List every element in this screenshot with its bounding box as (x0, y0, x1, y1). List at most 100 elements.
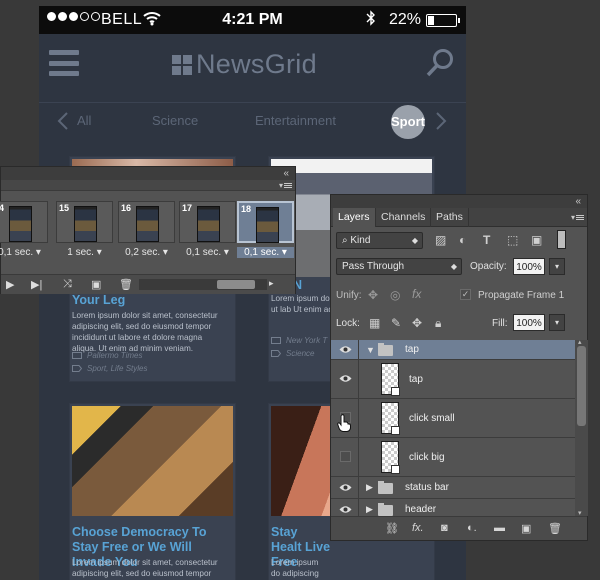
eye-icon (339, 375, 352, 382)
timeline-controls: ▶ ▶| ⤨ ▣ 🗑 ◂ ▸ (1, 274, 295, 294)
lock-transparent-icon[interactable]: ▦ (369, 316, 380, 330)
visibility-toggle[interactable] (331, 438, 359, 476)
filter-adjustment-icon[interactable]: ◐ (459, 233, 466, 247)
layer-row[interactable]: click small (331, 399, 575, 438)
animation-frame[interactable]: 18 (237, 201, 294, 243)
animation-frame[interactable]: 15 (56, 201, 113, 243)
chevron-left-icon[interactable] (57, 111, 69, 131)
fill-dropdown[interactable]: ▾ (549, 314, 565, 331)
frame-delay-select[interactable]: 0,2 sec. ▾ (118, 247, 175, 258)
disclosure-open-icon[interactable]: ▼ (366, 345, 375, 355)
layer-group-row[interactable]: ▶ status bar (331, 477, 575, 499)
layer-list-scrollbar[interactable]: ▴ ▾ (575, 338, 588, 517)
animation-frame[interactable]: 16 (118, 201, 175, 243)
chevron-right-icon[interactable] (435, 111, 447, 131)
hamburger-menu-icon[interactable] (49, 50, 79, 76)
scrollbar-thumb[interactable] (217, 280, 255, 289)
layer-name[interactable]: click small (409, 413, 455, 424)
propagate-checkbox[interactable]: ✓ (460, 289, 471, 300)
tween-icon[interactable]: ⤨ (63, 278, 72, 291)
news-card[interactable]: Choose Democracy To Stay Free or We Will… (69, 403, 236, 580)
lock-image-icon[interactable]: ✎ (391, 316, 401, 330)
dropdown-arrow-icon: ▾ (33, 247, 41, 258)
panel-menu-icon[interactable]: ▾ (571, 213, 584, 222)
filter-type-icon[interactable]: T (483, 233, 490, 247)
blend-mode-select[interactable]: Pass Through ◆ (336, 258, 462, 275)
grid-logo-icon (172, 54, 192, 75)
visibility-toggle[interactable] (331, 499, 359, 516)
tag-icon (271, 350, 281, 357)
timeline-scrollbar[interactable] (139, 279, 267, 290)
tab-channels[interactable]: Channels (376, 208, 432, 227)
frame-delay-select[interactable]: 1 sec. ▾ (56, 247, 113, 258)
visibility-toggle[interactable] (331, 340, 359, 359)
tab-sport[interactable]: Sport (391, 105, 425, 139)
panel-titlebar[interactable]: « (1, 167, 295, 180)
tab-all[interactable]: All (77, 113, 91, 128)
delete-frame-icon[interactable]: 🗑 (119, 278, 133, 291)
opacity-dropdown[interactable]: ▾ (549, 258, 565, 275)
tag-icon (72, 365, 82, 372)
duplicate-frame-icon[interactable]: ▣ (91, 278, 101, 291)
tab-layers[interactable]: Layers (333, 208, 376, 227)
lock-position-icon[interactable]: ✥ (412, 316, 422, 330)
tab-entertainment[interactable]: Entertainment (255, 113, 336, 128)
layer-group-row[interactable]: ▶ header (331, 499, 575, 516)
layer-name[interactable]: tap (409, 374, 423, 385)
layer-name[interactable]: click big (409, 452, 445, 463)
panel-menu-icon[interactable]: ▾ (279, 181, 292, 190)
layer-style-icon[interactable]: fx. (412, 522, 424, 534)
layer-name[interactable]: header (405, 504, 436, 515)
next-frame-icon[interactable]: ▶| (31, 278, 42, 291)
unify-visibility-icon[interactable]: ◎ (390, 288, 400, 302)
visibility-toggle[interactable] (331, 360, 359, 398)
frame-delay-label: 0,1 sec. (186, 247, 222, 258)
layer-name[interactable]: tap (405, 344, 419, 355)
collapse-panel-icon[interactable]: « (575, 195, 581, 208)
layer-row[interactable]: tap (331, 360, 575, 399)
tab-paths[interactable]: Paths (431, 208, 469, 227)
disclosure-closed-icon[interactable]: ▶ (366, 482, 373, 493)
new-group-icon[interactable]: ▬ (494, 522, 505, 534)
category-tabs: All Science Entertainment Sport (39, 102, 466, 140)
adjustment-layer-icon[interactable]: ◐. (467, 522, 477, 534)
new-layer-icon[interactable]: ▣ (521, 522, 531, 535)
opacity-input[interactable]: 100% (513, 258, 545, 275)
filter-shape-icon[interactable]: ⬚ (507, 233, 518, 247)
unify-position-icon[interactable]: ✥ (368, 288, 378, 302)
animation-frame[interactable]: 14 (0, 201, 48, 243)
article-excerpt: Lorem ipsum do adipiscing elit, incididu… (271, 558, 319, 578)
collapse-panel-icon[interactable]: « (283, 167, 289, 180)
search-icon[interactable] (426, 48, 454, 78)
article-source: New York T (271, 336, 327, 345)
scrollbar-thumb[interactable] (577, 346, 586, 426)
frame-number: 15 (59, 203, 70, 213)
disclosure-closed-icon[interactable]: ▶ (366, 504, 373, 515)
frame-strip: 14 15 16 17 18 (0, 201, 295, 243)
frame-delay-select[interactable]: 0,1 sec. ▾ (0, 247, 48, 258)
tab-science[interactable]: Science (152, 113, 198, 128)
delete-layer-icon[interactable]: 🗑 (548, 522, 562, 535)
filter-pixel-icon[interactable]: ▨ (435, 233, 446, 247)
add-mask-icon[interactable]: ◙ (441, 522, 448, 534)
eye-icon (339, 345, 352, 353)
frame-delay-select[interactable]: 0,1 sec. ▾ (237, 247, 294, 258)
fill-input[interactable]: 100% (513, 314, 545, 331)
visibility-toggle[interactable] (331, 477, 359, 498)
scroll-right-icon[interactable]: ▸ (269, 278, 274, 289)
unify-style-icon[interactable]: fx (412, 287, 421, 301)
filter-toggle-icon[interactable] (557, 230, 566, 249)
layer-row[interactable]: click big (331, 438, 575, 477)
layer-name[interactable]: status bar (405, 482, 449, 493)
animation-frame[interactable]: 17 (179, 201, 236, 243)
filter-kind-select[interactable]: ⌕ Kind ◆ (336, 232, 423, 249)
frame-delay-select[interactable]: 0,1 sec. ▾ (179, 247, 236, 258)
lock-all-icon[interactable]: 🔒︎ (435, 316, 441, 330)
panel-titlebar[interactable]: « (331, 195, 587, 208)
filter-smartobject-icon[interactable]: ▣ (531, 233, 542, 247)
link-layers-icon[interactable]: ⛓ (385, 522, 399, 535)
frame-number: 18 (241, 204, 252, 214)
scroll-up-icon[interactable]: ▴ (578, 338, 582, 346)
play-icon[interactable]: ▶ (6, 278, 14, 291)
layer-group-row[interactable]: ▼ tap (331, 340, 575, 360)
